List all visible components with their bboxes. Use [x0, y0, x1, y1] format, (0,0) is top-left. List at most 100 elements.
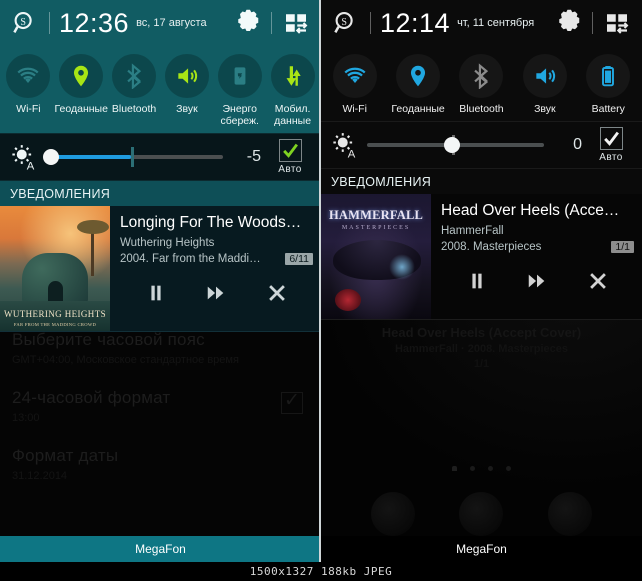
toggle-sound[interactable]: Звук: [160, 54, 213, 127]
auto-checkbox[interactable]: [599, 127, 623, 151]
notifications-title: УВЕДОМЛЕНИЯ: [10, 186, 111, 201]
carrier-name: MegaFon: [456, 542, 507, 556]
setting-subtitle: 13:00: [12, 412, 40, 424]
toggle-label: Звук: [534, 103, 556, 115]
bg-track-subtitle: HammerFall · 2008. Masterpieces: [394, 343, 569, 355]
toggle-power-saving[interactable]: Энерго сбереж.: [213, 54, 266, 127]
toggle-bluetooth[interactable]: Bluetooth: [450, 54, 513, 115]
sound-speaker-icon: [178, 68, 197, 84]
slider-knob[interactable]: [43, 149, 60, 166]
track-album: 2008. Masterpieces: [441, 241, 542, 254]
media-controls: [441, 265, 634, 303]
art-ruins: [22, 253, 88, 306]
next-button[interactable]: [517, 265, 557, 297]
next-track-icon: [208, 286, 224, 300]
gear-icon[interactable]: [232, 8, 262, 38]
toggle-label: Bluetooth: [459, 103, 504, 115]
pause-icon: [472, 273, 482, 289]
status-divider: [271, 12, 272, 34]
background-setting-row: Выберите часовой пояс GMT+04:00, Московс…: [12, 330, 309, 366]
background-now-playing: Head Over Heels (Accept Cover) HammerFal…: [321, 325, 642, 370]
close-icon: [589, 273, 606, 289]
right-now-playing-notification[interactable]: HAMMERFALL MASTERPIECES Head Over Heels …: [321, 194, 642, 321]
auto-brightness-toggle[interactable]: Авто: [267, 139, 313, 175]
toggle-mobile-data[interactable]: Мобил. данные: [266, 54, 319, 127]
toggle-circle: [396, 54, 441, 98]
brightness-slider[interactable]: [367, 132, 544, 158]
toggle-label: Wi-Fi: [16, 103, 41, 115]
toggle-wifi[interactable]: Wi-Fi: [323, 54, 386, 115]
toggle-circle: [332, 54, 377, 98]
toggle-label: Bluetooth: [111, 103, 157, 115]
right-phone-panel: Head Over Heels (Accept Cover) HammerFal…: [321, 0, 642, 562]
setting-title: Формат даты: [12, 446, 119, 465]
next-button[interactable]: [196, 277, 236, 309]
toggle-circle: [586, 54, 631, 98]
svg-text:S: S: [341, 17, 347, 28]
status-divider: [592, 12, 593, 34]
album-art: WUTHERING HEIGHTS FAR FROM THE MADDING C…: [0, 206, 110, 332]
pause-button[interactable]: [457, 265, 497, 297]
toggle-location[interactable]: Геоданные: [386, 54, 449, 115]
track-title: Head Over Heels (Acce…: [441, 202, 620, 220]
left-brightness-row: A -5 Авто: [0, 133, 321, 182]
toggle-label: Звук: [176, 103, 198, 115]
toggle-circle: [522, 54, 567, 98]
album-art-subtitle: FAR FROM THE MADDING CROWD: [13, 322, 97, 328]
quick-settings-grid-icon[interactable]: [281, 8, 311, 38]
art-glow: [389, 254, 415, 281]
toggle-location[interactable]: Геоданные: [55, 54, 108, 127]
dual-panel-comparison: Выберите часовой пояс GMT+04:00, Московс…: [0, 0, 642, 562]
notifications-title: УВЕДОМЛЕНИЯ: [331, 174, 432, 189]
album-row: 2008. Masterpieces 1/1: [441, 241, 634, 254]
search-icon[interactable]: S: [10, 8, 40, 38]
track-album: 2004. Far from the Maddi…: [120, 253, 261, 266]
toggle-circle: [112, 54, 157, 98]
album-row: 2004. Far from the Maddi… 6/11: [120, 253, 313, 266]
close-icon: [268, 285, 285, 301]
dismiss-button[interactable]: [257, 277, 297, 309]
left-notifications-header: УВЕДОМЛЕНИЯ: [0, 181, 321, 207]
slider-knob[interactable]: [443, 137, 460, 154]
auto-checkbox[interactable]: [278, 139, 302, 163]
toggle-circle: [59, 54, 104, 98]
toggle-sound[interactable]: Звук: [513, 54, 576, 115]
album-art: HAMMERFALL MASTERPIECES: [321, 194, 431, 320]
toggle-bluetooth[interactable]: Bluetooth: [108, 54, 161, 127]
art-accent: [335, 289, 361, 312]
dismiss-button[interactable]: [578, 265, 618, 297]
dock-icon: [459, 492, 504, 536]
status-divider: [49, 12, 50, 34]
page-dot: [470, 466, 475, 471]
wifi-icon: [344, 67, 366, 84]
dock-icon: [547, 492, 592, 536]
pause-button[interactable]: [136, 277, 176, 309]
album-art-title: WUTHERING HEIGHTS: [3, 309, 107, 320]
sound-speaker-icon: [536, 68, 555, 84]
brightness-slider[interactable]: [43, 144, 223, 170]
pause-icon: [151, 285, 161, 301]
album-art-title: HAMMERFALL: [328, 208, 424, 223]
track-artist: Wuthering Heights: [120, 237, 215, 250]
image-info-text: 1500x1327 188kb JPEG: [249, 565, 393, 578]
left-phone-panel: Выберите часовой пояс GMT+04:00, Московс…: [0, 0, 321, 562]
brightness-value: 0: [573, 136, 582, 154]
next-track-icon: [529, 274, 545, 288]
power-saving-icon: [234, 67, 246, 85]
toggle-battery[interactable]: Battery: [577, 54, 640, 115]
left-carrier-bar: MegaFon: [0, 536, 321, 562]
album-art-subtitle: MASTERPIECES: [341, 225, 411, 232]
gear-icon[interactable]: [553, 8, 583, 38]
toggle-wifi[interactable]: Wi-Fi: [2, 54, 55, 127]
auto-brightness-toggle[interactable]: Авто: [588, 127, 634, 163]
quick-settings-grid-icon[interactable]: [602, 8, 632, 38]
background-setting-row: Формат даты 31.12.2014: [12, 446, 309, 482]
toggle-label: Battery: [591, 103, 625, 115]
svg-text:A: A: [348, 149, 356, 161]
setting-title: Выберите часовой пояс: [12, 330, 205, 349]
clock: 12:14: [380, 7, 451, 38]
left-now-playing-notification[interactable]: WUTHERING HEIGHTS FAR FROM THE MADDING C…: [0, 206, 321, 333]
bg-track-counter: 1/1: [473, 358, 490, 370]
left-quick-toggles: Wi-Fi Геоданные Bluetooth Звук Энерго сб…: [0, 46, 321, 134]
search-icon[interactable]: S: [331, 8, 361, 38]
